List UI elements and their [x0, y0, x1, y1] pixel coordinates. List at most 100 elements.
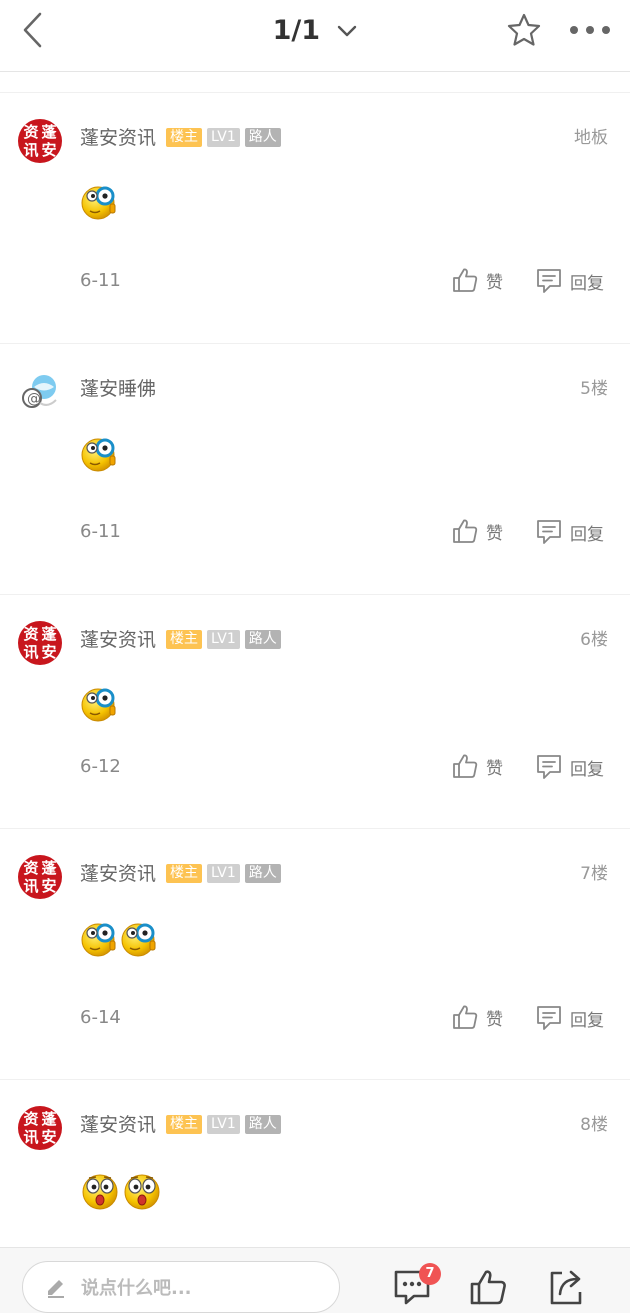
avatar-char: 资 [23, 859, 39, 877]
owner-badge: 楼主 [166, 128, 202, 147]
peeking-face-icon [121, 923, 156, 957]
floor-number: 地板 [574, 128, 608, 148]
role-badge: 路人 [244, 630, 281, 649]
share-button[interactable] [546, 1268, 590, 1308]
avatar-char: 讯 [23, 877, 39, 895]
user-badges: 楼主 LV1 路人 [166, 1115, 281, 1134]
top-bar: 1/1 [0, 0, 630, 72]
owner-badge: 楼主 [166, 864, 202, 883]
thumbs-up-icon [453, 519, 478, 543]
reply-button[interactable]: 回复 [536, 518, 604, 546]
floor-number: 5楼 [580, 379, 608, 399]
avatar[interactable]: @ [18, 370, 62, 414]
more-dots-icon [570, 26, 610, 34]
thumbs-up-icon [470, 1270, 506, 1305]
peeking-face-icon [81, 688, 116, 722]
avatar-char: 蓬 [41, 123, 57, 141]
username[interactable]: 蓬安资讯 [80, 627, 156, 653]
avatar[interactable]: 资蓬讯安 [18, 855, 62, 899]
reply-icon [537, 1006, 561, 1030]
favorite-button[interactable] [504, 10, 544, 50]
post-date: 6-14 [80, 1007, 121, 1028]
role-badge: 路人 [244, 864, 281, 883]
level-badge: LV1 [207, 864, 240, 883]
star-icon [507, 13, 541, 46]
comment-placeholder: 说点什么吧... [81, 1278, 192, 1299]
avatar-char: 讯 [23, 141, 39, 159]
avatar-char: 安 [41, 1128, 57, 1146]
shocked-face-icon [82, 1174, 118, 1210]
post-date: 6-11 [80, 270, 121, 291]
owner-badge: 楼主 [166, 1115, 202, 1134]
thumbs-up-icon [453, 1005, 478, 1029]
more-button[interactable] [566, 14, 614, 46]
post-content [80, 920, 158, 958]
reply-icon [537, 269, 561, 293]
share-icon [550, 1270, 582, 1305]
like-label: 赞 [486, 1009, 503, 1030]
chevron-down-icon [338, 25, 357, 36]
avatar-char: 讯 [23, 1128, 39, 1146]
avatar[interactable]: 资蓬讯安 [18, 621, 62, 665]
like-button[interactable]: 赞 [452, 518, 503, 544]
peeking-face-icon [81, 438, 116, 472]
username[interactable]: 蓬安睡佛 [80, 376, 156, 402]
role-badge: 路人 [244, 1115, 281, 1134]
thumbs-up-icon [453, 268, 478, 292]
like-post-button[interactable] [468, 1268, 512, 1308]
svg-text:@: @ [27, 391, 41, 407]
comment-input[interactable]: 说点什么吧... [22, 1261, 340, 1313]
like-label: 赞 [486, 523, 503, 544]
username[interactable]: 蓬安资讯 [80, 125, 156, 151]
reply-label: 回复 [570, 759, 604, 780]
user-badges: 楼主 LV1 路人 [166, 630, 281, 649]
level-badge: LV1 [207, 630, 240, 649]
post-content [80, 435, 118, 473]
owner-badge: 楼主 [166, 630, 202, 649]
reply-icon [537, 755, 561, 779]
level-badge: LV1 [207, 128, 240, 147]
user-badges: 楼主 LV1 路人 [166, 864, 281, 883]
reply-label: 回复 [570, 273, 604, 294]
username[interactable]: 蓬安资讯 [80, 1112, 156, 1138]
avatar-char: 资 [23, 625, 39, 643]
reply-button[interactable]: 回复 [536, 1004, 604, 1032]
post-date: 6-12 [80, 756, 121, 777]
avatar[interactable]: 资蓬讯安 [18, 1106, 62, 1150]
globe-avatar-icon: @ [22, 375, 57, 408]
avatar-char: 安 [41, 643, 57, 661]
reply-label: 回复 [570, 524, 604, 545]
pencil-icon [48, 1280, 64, 1298]
reply-button[interactable]: 回复 [536, 267, 604, 295]
floor-number: 7楼 [580, 864, 608, 884]
reply-button[interactable]: 回复 [536, 753, 604, 781]
post-content [80, 183, 118, 221]
post-date: 6-11 [80, 521, 121, 542]
like-button[interactable]: 赞 [452, 1004, 503, 1030]
like-button[interactable]: 赞 [452, 267, 503, 293]
comment-post: 资蓬讯安 蓬安资讯 楼主 LV1 路人 地板 6-11 赞 回复 [0, 92, 630, 343]
thumbs-up-icon [453, 754, 478, 778]
like-button[interactable]: 赞 [452, 753, 503, 779]
peeking-face-icon [81, 923, 116, 957]
avatar-char: 讯 [23, 643, 39, 661]
avatar-char: 安 [41, 141, 57, 159]
peeking-face-icon [81, 186, 116, 220]
avatar-char: 蓬 [41, 625, 57, 643]
post-content [80, 685, 118, 723]
reply-icon [537, 520, 561, 544]
floor-number: 8楼 [580, 1115, 608, 1135]
avatar[interactable]: 资蓬讯安 [18, 119, 62, 163]
comments-button[interactable]: 7 [392, 1263, 441, 1308]
user-badges: 楼主 LV1 路人 [166, 128, 281, 147]
page-indicator: 1/1 [272, 14, 321, 46]
bottom-bar: 说点什么吧... 7 [0, 1247, 630, 1313]
avatar-char: 资 [23, 123, 39, 141]
comment-post: @ 蓬安睡佛 5楼 6-11 赞 回复 [0, 343, 630, 594]
comment-post: 资蓬讯安 蓬安资讯 楼主 LV1 路人 6楼 6-12 赞 回复 [0, 594, 630, 828]
like-label: 赞 [486, 758, 503, 779]
like-label: 赞 [486, 272, 503, 293]
shocked-face-icon [124, 1174, 160, 1210]
username[interactable]: 蓬安资讯 [80, 861, 156, 887]
avatar-char: 蓬 [41, 1110, 57, 1128]
